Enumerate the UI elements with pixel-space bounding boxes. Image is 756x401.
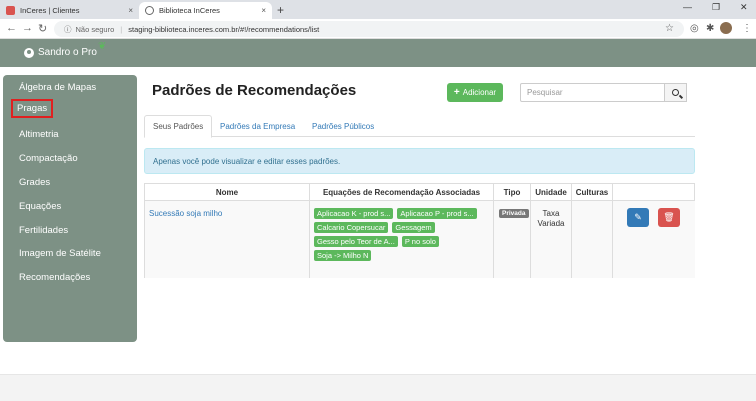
equation-tag: Aplicacao K - prod s... <box>314 208 394 219</box>
url-text[interactable]: staging-biblioteca.inceres.com.br/#!/rec… <box>128 25 319 34</box>
status-badge: Privada <box>499 209 529 218</box>
app-header: Sandro o Pro ❦ <box>0 39 756 67</box>
table-cell-actions: ✎ 🗑 <box>613 201 695 278</box>
table-cell-equacoes: Aplicacao K - prod s... Aplicacao P - pr… <box>310 201 494 278</box>
equation-tag: Aplicacao P - prod s... <box>397 208 477 219</box>
url-separator: | <box>120 24 123 34</box>
user-name: Sandro o Pro <box>38 47 97 58</box>
info-icon[interactable]: ⓘ <box>64 24 72 35</box>
equation-tags: Aplicacao K - prod s... Aplicacao P - pr… <box>314 208 494 261</box>
leaf-icon: ❦ <box>98 41 107 52</box>
close-tab-icon[interactable]: × <box>128 6 133 15</box>
sidebar-item-compactacao[interactable]: Compactação <box>19 153 78 164</box>
column-header-unidade: Unidade <box>531 184 572 201</box>
page-footer <box>0 374 756 401</box>
sidebar-item-fertilidades[interactable]: Fertilidades <box>19 225 68 236</box>
column-header-actions <box>613 184 695 201</box>
address-bar-row: ← → ↻ ⓘ Não seguro | staging-biblioteca.… <box>0 19 756 39</box>
browser-tab-clientes[interactable]: InCeres | Clientes × <box>0 2 139 19</box>
sidebar: Álgebra de Mapas Pragas Altimetria Compa… <box>3 75 137 342</box>
delete-button[interactable]: 🗑 <box>658 208 680 227</box>
recommendation-name-link[interactable]: Sucessão soja milho <box>149 209 222 218</box>
table-cell-nome: Sucessão soja milho <box>145 201 310 278</box>
edit-icon: ✎ <box>634 212 642 222</box>
user-menu[interactable]: Sandro o Pro <box>24 47 97 58</box>
add-button-label: Adicionar <box>462 88 497 97</box>
unit-line-1: Taxa <box>542 209 560 218</box>
sidebar-item-grades[interactable]: Grades <box>19 177 50 188</box>
content-tabs: Seus Padrões Padrões da Empresa Padrões … <box>144 115 695 138</box>
table-cell-culturas <box>572 201 613 278</box>
forward-button[interactable]: → <box>22 22 33 34</box>
equation-tag: Gesso pelo Teor de A... <box>314 236 398 247</box>
reload-button[interactable]: ↻ <box>38 22 47 35</box>
add-button[interactable]: + Adicionar <box>447 83 503 102</box>
info-alert: Apenas você pode visualizar e editar ess… <box>144 148 695 174</box>
search-button[interactable] <box>665 83 687 102</box>
recommendations-table: Nome Equações de Recomendação Associadas… <box>144 183 695 278</box>
browser-tab-biblioteca[interactable]: Biblioteca InCeres × <box>139 2 272 19</box>
equation-tag: Soja -> Milho N <box>314 250 372 261</box>
tab-padroes-da-empresa[interactable]: Padrões da Empresa <box>212 115 303 137</box>
puzzle-icon[interactable]: ✱ <box>706 23 714 34</box>
browser-tab-title: InCeres | Clientes <box>20 6 80 15</box>
back-button[interactable]: ← <box>6 22 17 34</box>
new-tab-button[interactable]: + <box>277 3 284 17</box>
equation-tag: Gessagem <box>392 222 435 233</box>
unit-text: Taxa Variada <box>531 209 571 229</box>
sidebar-item-altimetria[interactable]: Altimetria <box>19 129 59 140</box>
globe-favicon-icon <box>145 6 154 15</box>
sidebar-item-equacoes[interactable]: Equações <box>19 201 61 212</box>
tab-seus-padroes[interactable]: Seus Padrões <box>144 115 213 138</box>
close-tab-icon[interactable]: × <box>261 6 266 15</box>
equation-tag: P no solo <box>401 236 439 247</box>
trash-icon: 🗑 <box>663 212 675 222</box>
search-input[interactable] <box>520 83 665 102</box>
security-label: Não seguro <box>75 24 115 34</box>
table-cell-unidade: Taxa Variada <box>531 201 572 278</box>
page-title: Padrões de Recomendações <box>152 82 357 99</box>
search-icon <box>672 89 679 96</box>
browser-tab-title: Biblioteca InCeres <box>159 6 220 15</box>
profile-avatar[interactable] <box>720 22 732 34</box>
table-cell-tipo: Privada <box>494 201 531 278</box>
column-header-tipo: Tipo <box>494 184 531 201</box>
sidebar-item-pragas[interactable]: Pragas <box>10 99 54 118</box>
chrome-menu-icon[interactable]: ⋮ <box>742 23 752 34</box>
unit-line-2: Variada <box>537 219 565 228</box>
url-bar[interactable]: ⓘ Não seguro | staging-biblioteca.incere… <box>54 21 684 37</box>
minimize-button[interactable]: — <box>683 2 692 12</box>
maximize-button[interactable]: ❐ <box>712 2 720 13</box>
inceres-favicon-icon <box>6 6 15 15</box>
user-icon <box>24 47 34 58</box>
column-header-nome: Nome <box>145 184 310 201</box>
edit-button[interactable]: ✎ <box>627 208 649 227</box>
close-window-button[interactable]: ✕ <box>740 2 748 13</box>
column-header-equacoes: Equações de Recomendação Associadas <box>310 184 494 201</box>
sidebar-item-imagem-de-satelite[interactable]: Imagem de Satélite <box>19 248 101 259</box>
bookmark-star-icon[interactable]: ☆ <box>665 23 674 34</box>
sidebar-item-algebra-de-mapas[interactable]: Álgebra de Mapas <box>19 82 96 93</box>
column-header-culturas: Culturas <box>572 184 613 201</box>
equation-tag: Calcario Copersucar <box>314 222 389 233</box>
tab-padroes-publicos[interactable]: Padrões Públicos <box>304 115 382 137</box>
plus-icon: + <box>453 87 460 98</box>
browser-tab-bar: InCeres | Clientes × Biblioteca InCeres … <box>0 0 756 19</box>
extension-icon[interactable]: ◎ <box>690 23 699 34</box>
sidebar-item-recomendacoes[interactable]: Recomendações <box>19 272 90 283</box>
